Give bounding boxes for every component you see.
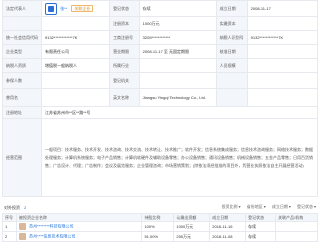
row-product	[275, 231, 318, 242]
staff-label: 人员规模	[215, 58, 248, 73]
person-avatar-icon	[45, 2, 57, 15]
company-logo-icon	[18, 233, 26, 240]
extra-label	[215, 72, 248, 89]
tax-id-label: 纳税人识别号	[215, 30, 248, 45]
scope-label: 经营范围	[2, 118, 42, 197]
insured-label: 参保人数	[2, 72, 42, 89]
empty-value	[40, 16, 111, 31]
status-value: 存续	[138, 0, 217, 17]
col-name: 被投资企业名称	[15, 213, 143, 222]
row-index: 2	[2, 231, 17, 242]
legal-rep-label: 法定代表人	[2, 0, 42, 17]
extra-value	[246, 72, 319, 89]
table-header-row: 序号 被投资企业名称 持股比例 认缴出资额 成立日期 登记状态 关联产品/机构	[2, 213, 318, 222]
credit-code-label: 统一社会信用代码	[2, 30, 42, 45]
status-label: 登记状态	[109, 0, 140, 17]
info-row: 纳税人资质 增值税一般纳税人 所属行业 人员规模	[2, 58, 319, 73]
reg-capital-label: 注册资本	[109, 16, 140, 31]
person-tag[interactable]: 关联企业	[71, 5, 94, 12]
industry-value	[138, 58, 217, 73]
info-row: 企业类型 有限责任公司 营业期限 2008-11-17 至 无固定期限 核准日期	[2, 44, 319, 59]
company-name-link[interactable]: 苏州****信息技术有限公司	[29, 234, 75, 239]
investments-header: 对外投资 2 投资比例 省份地区 成立日期 登记状态	[2, 203, 318, 211]
row-company: 苏州********科技有限公司	[15, 221, 143, 232]
row-date: 2018-11-08	[209, 231, 247, 242]
table-row: 1 苏州********科技有限公司 100% 1000万元 2016-11-1…	[2, 221, 318, 232]
col-ratio[interactable]: 持股比例	[141, 213, 175, 222]
col-product: 关联产品/机构	[275, 213, 318, 222]
basic-info-table: 法定代表人 张** 关联企业 登记状态 存续 成立日期 2008-11-17 注…	[2, 0, 319, 197]
reg-capital-value: 1000万元	[138, 16, 217, 31]
info-row: 参保人数 登记机关	[2, 72, 319, 89]
reg-no-label: 工商注册号	[109, 30, 140, 45]
row-company: 苏州****信息技术有限公司	[15, 231, 143, 242]
address-text: 江苏省苏州市**区**路**号	[45, 109, 91, 115]
scope-value: 一般项目：技术服务、技术开发、技术咨询、技术交流、技术转让、技术推广；软件开发；…	[41, 118, 318, 197]
former-name-value	[40, 88, 111, 107]
row-status: 存续	[245, 231, 277, 242]
insured-value	[40, 72, 111, 89]
row-ratio: 100%	[141, 221, 175, 232]
info-row: 曾用名 英文名称 Jiangsu Yingqi Technology Co., …	[2, 88, 319, 107]
established-label: 成立日期	[215, 0, 248, 17]
investments-title-text: 对外投资	[4, 205, 20, 210]
established-value: 2008-11-17	[246, 0, 319, 17]
investments-table: 序号 被投资企业名称 持股比例 认缴出资额 成立日期 登记状态 关联产品/机构 …	[2, 213, 318, 242]
filter-date[interactable]: 成立日期	[272, 204, 291, 210]
col-status: 登记状态	[245, 213, 277, 222]
authority-label: 登记机关	[109, 72, 140, 89]
info-row: 注册地址 江苏省苏州市**区**路**号	[2, 106, 318, 119]
col-index: 序号	[2, 213, 17, 222]
taxpayer-value: 增值税一般纳税人	[40, 58, 111, 73]
credit-code-value: 9132************7K	[40, 30, 111, 45]
investments-count: 2	[24, 205, 27, 210]
info-row: 注册资本 1000万元 实缴资本	[2, 16, 319, 31]
row-amount: 1000万元	[173, 221, 211, 232]
extra-value-2	[246, 88, 319, 107]
english-name-label: 英文名称	[109, 88, 140, 107]
col-date[interactable]: 成立日期	[209, 213, 247, 222]
business-term-label: 营业期限	[109, 44, 140, 59]
business-term-value: 2008-11-17 至 无固定期限	[138, 44, 217, 59]
row-amount: 255万元	[173, 231, 211, 242]
table-row: 2 苏州****信息技术有限公司 51.00% 255万元 2018-11-08…	[2, 231, 318, 242]
address-value: 江苏省苏州市**区**路**号	[41, 106, 318, 119]
staff-value	[246, 58, 319, 73]
industry-label: 所属行业	[109, 58, 140, 73]
address-label: 注册地址	[2, 106, 42, 119]
info-row: 统一社会信用代码 9132************7K 工商注册号 3205**…	[2, 30, 319, 45]
company-type-label: 企业类型	[2, 44, 42, 59]
legal-rep-cell: 张** 关联企业	[40, 0, 111, 17]
col-amount[interactable]: 认缴出资额	[173, 213, 211, 222]
paid-capital-label: 实缴资本	[215, 16, 248, 31]
info-row: 法定代表人 张** 关联企业 登记状态 存续 成立日期 2008-11-17	[2, 0, 319, 17]
row-index: 1	[2, 221, 17, 232]
authority-value	[138, 72, 217, 89]
paid-capital-value	[246, 16, 319, 31]
company-type-value: 有限责任公司	[40, 44, 111, 59]
approve-date-label: 核准日期	[215, 44, 248, 59]
company-logo-icon	[18, 223, 26, 230]
row-date: 2016-11-16	[209, 221, 247, 232]
row-status: 存续	[245, 221, 277, 232]
empty-label	[2, 16, 42, 31]
approve-date-value	[246, 44, 319, 59]
investments-title: 对外投资 2	[4, 205, 26, 211]
filter-ratio[interactable]: 投资比例	[222, 204, 241, 210]
reg-no-value: 3205************	[138, 30, 217, 45]
info-row: 经营范围 一般项目：技术服务、技术开发、技术咨询、技术交流、技术转让、技术推广；…	[2, 118, 318, 197]
english-name-value: Jiangsu Yingqi Technology Co., Ltd.	[138, 88, 217, 107]
former-name-label: 曾用名	[2, 88, 42, 107]
filter-status[interactable]: 登记状态	[297, 204, 316, 210]
company-name-link[interactable]: 苏州********科技有限公司	[29, 224, 73, 229]
tax-id-value: 9132************7K	[246, 30, 319, 45]
row-product	[275, 221, 318, 232]
taxpayer-label: 纳税人资质	[2, 58, 42, 73]
legal-rep-name[interactable]: 张**	[60, 6, 67, 11]
row-ratio: 51.00%	[141, 231, 175, 242]
extra-label-2	[215, 88, 248, 107]
investment-filters: 投资比例 省份地区 成立日期 登记状态	[217, 204, 316, 210]
filter-region[interactable]: 省份地区	[247, 204, 266, 210]
